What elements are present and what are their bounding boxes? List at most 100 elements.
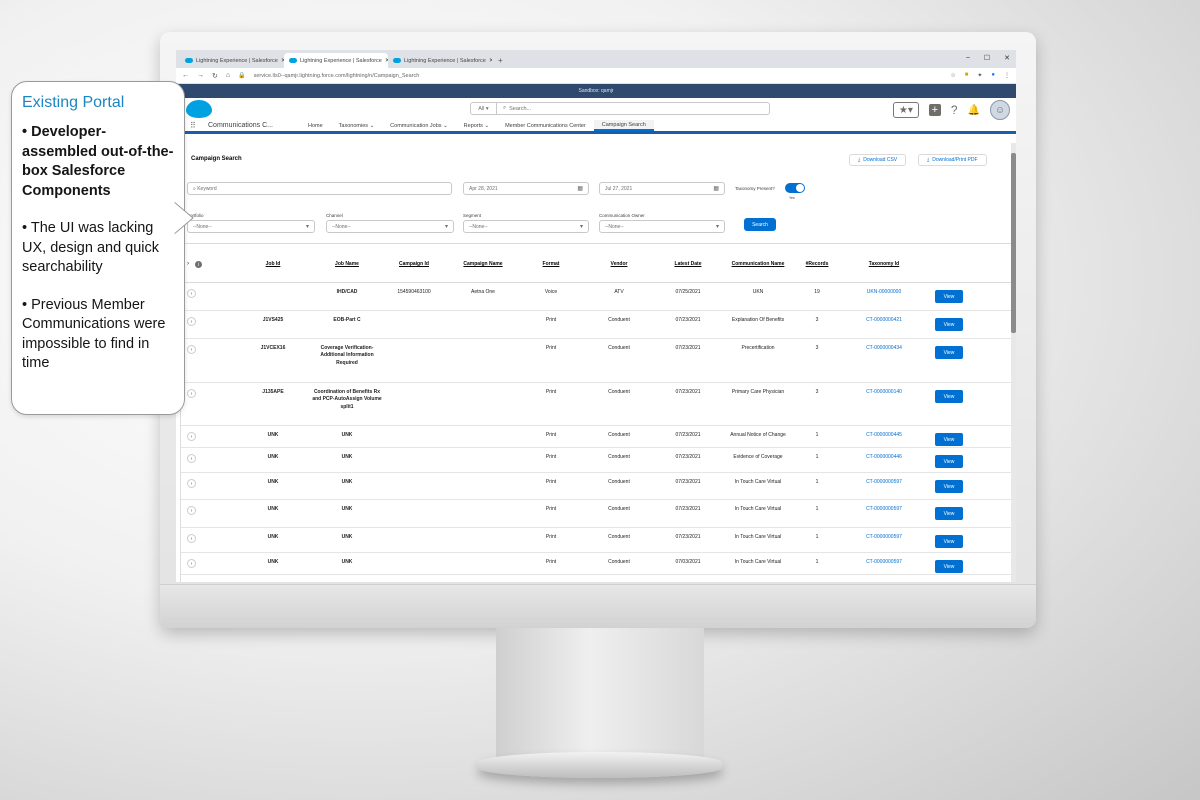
nav-item-home[interactable]: Home xyxy=(300,120,331,131)
cell-taxonomy-id[interactable]: CT-0000000597 xyxy=(849,559,919,566)
scrollbar[interactable] xyxy=(1011,143,1016,582)
cell-records: 3 xyxy=(815,389,819,395)
close-window-button[interactable]: ✕ xyxy=(1004,54,1010,62)
column-header-job-id[interactable]: Job Id xyxy=(238,261,308,268)
view-button[interactable]: View xyxy=(935,390,963,403)
expand-row-icon[interactable]: › xyxy=(187,534,196,543)
expand-row-icon[interactable]: › xyxy=(187,289,196,298)
expand-row-icon[interactable]: › xyxy=(187,479,196,488)
favorites-star-icon[interactable]: ★▾ xyxy=(892,102,919,118)
nav-item-communication-jobs[interactable]: Communication Jobs ⌄ xyxy=(382,120,456,131)
scrollbar-thumb[interactable] xyxy=(1011,153,1016,333)
chevron-down-icon[interactable]: ⌄ xyxy=(484,123,489,129)
date-to-input[interactable]: Jul 27, 2021 ▦ xyxy=(599,182,725,195)
help-icon[interactable]: ? xyxy=(951,103,958,117)
cell-records: 3 xyxy=(815,345,819,351)
forward-icon[interactable]: → xyxy=(197,72,204,79)
cell-latest-date: 07/23/2021 xyxy=(675,506,701,512)
waffle-icon[interactable]: ⠿ xyxy=(190,121,204,130)
calendar-icon[interactable]: ▦ xyxy=(713,185,719,192)
profile-icon[interactable]: ● xyxy=(991,72,995,79)
cell-taxonomy-id[interactable]: CT-0000000434 xyxy=(849,345,919,352)
cell-records: 1 xyxy=(815,534,819,540)
expand-row-icon[interactable]: › xyxy=(187,389,196,398)
nav-item-taxonomies[interactable]: Taxonomies ⌄ xyxy=(331,120,383,131)
column-header-records[interactable]: #Records xyxy=(782,261,852,268)
expand-row-icon[interactable]: › xyxy=(187,506,196,515)
url-field[interactable]: service.lls0--qamjr.lightning.force.com/… xyxy=(254,73,943,79)
global-search[interactable]: All ▾ ⌕ Search... xyxy=(470,102,770,115)
search-scope-dropdown[interactable]: All ▾ xyxy=(471,103,497,114)
cell-taxonomy-id[interactable]: CT-0000000421 xyxy=(849,317,919,324)
cell-taxonomy-id[interactable]: CT-0000000597 xyxy=(849,506,919,513)
column-header-campaign-id[interactable]: Campaign Id xyxy=(379,261,449,268)
column-header-taxonomy-id[interactable]: Taxonomy Id xyxy=(849,261,919,268)
segment-select[interactable]: --None-- ▾ xyxy=(463,220,589,233)
column-header-format[interactable]: Format xyxy=(516,261,586,268)
salesforce-logo[interactable] xyxy=(186,100,212,118)
view-button[interactable]: View xyxy=(935,455,963,468)
expand-row-icon[interactable]: › xyxy=(187,432,196,441)
cell-taxonomy-id[interactable]: CT-0000000597 xyxy=(849,479,919,486)
chevron-down-icon[interactable]: ⌄ xyxy=(370,123,375,129)
view-button[interactable]: View xyxy=(935,433,963,446)
cell-taxonomy-id[interactable]: CT-0000000140 xyxy=(849,389,919,396)
cell-format: Print xyxy=(545,345,557,351)
column-header-vendor[interactable]: Vendor xyxy=(584,261,654,268)
column-header-campaign-name[interactable]: Campaign Name xyxy=(448,261,518,268)
plus-icon[interactable]: + xyxy=(928,104,941,116)
reload-icon[interactable]: ↻ xyxy=(212,72,218,80)
channel-select[interactable]: --None-- ▾ xyxy=(326,220,454,233)
cell-taxonomy-id[interactable]: UKN-00000000 xyxy=(849,289,919,296)
expand-row-icon[interactable]: › xyxy=(187,454,196,463)
communication-owner-select[interactable]: --None-- ▾ xyxy=(599,220,725,233)
home-icon[interactable]: ⌂ xyxy=(226,72,230,79)
download-csv-button[interactable]: ⤓ Download CSV xyxy=(849,154,907,166)
extension-icon[interactable]: ■ xyxy=(965,72,969,79)
view-button[interactable]: View xyxy=(935,560,963,573)
cell-format: Print xyxy=(545,479,557,485)
column-header-latest-date[interactable]: Latest Date xyxy=(653,261,723,268)
expand-all-icon[interactable]: › xyxy=(187,261,189,267)
menu-kebab-icon[interactable]: ⋮ xyxy=(1004,72,1010,79)
nav-item-reports[interactable]: Reports ⌄ xyxy=(456,120,497,131)
new-tab-button[interactable]: + xyxy=(498,56,503,65)
view-button[interactable]: View xyxy=(935,507,963,520)
view-button[interactable]: View xyxy=(935,290,963,303)
minimize-button[interactable]: – xyxy=(966,54,970,62)
expand-row-icon[interactable]: › xyxy=(187,317,196,326)
bookmark-star-icon[interactable]: ☆ xyxy=(950,72,955,79)
taxonomy-present-toggle[interactable] xyxy=(785,183,805,193)
expand-row-icon[interactable]: › xyxy=(187,559,196,568)
cell-taxonomy-id[interactable]: CT-0000000445 xyxy=(849,432,919,439)
column-header-job-name[interactable]: Job Name xyxy=(312,261,382,268)
browser-tab[interactable]: Lightning Experience | Salesforce ✕ xyxy=(180,53,284,68)
browser-tab[interactable]: Lightning Experience | Salesforce ✕ xyxy=(388,53,492,68)
close-icon[interactable]: ✕ xyxy=(489,57,492,64)
search-button[interactable]: Search xyxy=(744,218,776,231)
view-button[interactable]: View xyxy=(935,318,963,331)
view-button[interactable]: View xyxy=(935,346,963,359)
search-input[interactable]: Search... xyxy=(506,106,531,112)
info-icon[interactable]: i xyxy=(195,261,202,268)
expand-row-icon[interactable]: › xyxy=(187,345,196,354)
cell-job-name: UNK xyxy=(341,559,353,565)
keyword-input[interactable]: ⌕ Keyword xyxy=(187,182,452,195)
view-button[interactable]: View xyxy=(935,535,963,548)
view-button[interactable]: View xyxy=(935,480,963,493)
date-from-input[interactable]: Apr 28, 2021 ▦ xyxy=(463,182,589,195)
portfolio-select[interactable]: --None-- ▾ xyxy=(187,220,315,233)
maximize-button[interactable]: ☐ xyxy=(984,54,990,62)
chevron-down-icon[interactable]: ⌄ xyxy=(443,123,448,129)
cell-taxonomy-id[interactable]: CT-0000000597 xyxy=(849,534,919,541)
back-icon[interactable]: ← xyxy=(182,72,189,79)
calendar-icon[interactable]: ▦ xyxy=(577,185,583,192)
puzzle-icon[interactable]: ✦ xyxy=(977,72,982,79)
browser-tab-active[interactable]: Lightning Experience | Salesforce ✕ xyxy=(284,53,388,68)
download-pdf-button[interactable]: ⤓ Download/Print PDF xyxy=(918,154,987,166)
cell-taxonomy-id[interactable]: CT-0000000446 xyxy=(849,454,919,461)
nav-item-campaign-search[interactable]: Campaign Search xyxy=(593,120,654,131)
bell-icon[interactable]: 🔔 xyxy=(968,105,980,116)
nav-item-member-communications-center[interactable]: Member Communications Center xyxy=(497,120,594,131)
avatar-icon[interactable]: ☺ xyxy=(990,100,1010,120)
